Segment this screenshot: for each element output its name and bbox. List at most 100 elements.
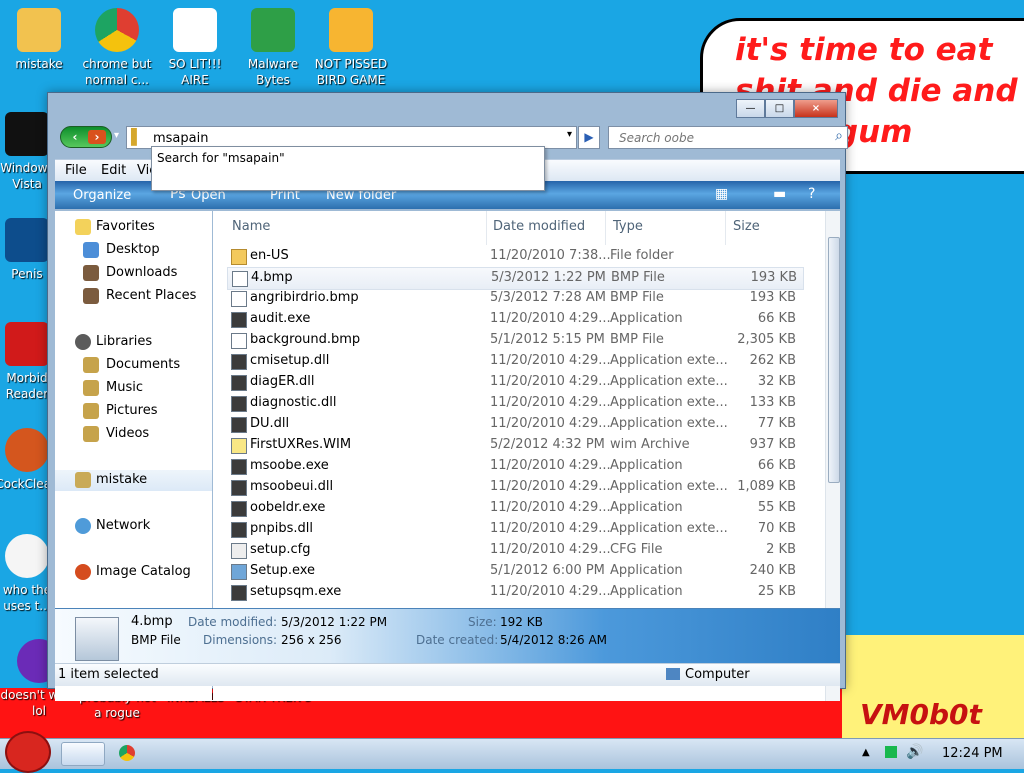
column-separator [486,211,487,245]
column-separator [725,211,726,245]
nav-mistake[interactable]: mistake [55,470,212,491]
address-input[interactable] [151,128,545,148]
close-button[interactable]: × [794,99,838,118]
recent-pages-dropdown[interactable]: ▾ [114,130,119,141]
file-row[interactable]: DU.dll 11/20/2010 4:29... Application exte… [227,414,802,435]
details-dimensions: 256 x 256 [281,633,342,647]
search-box[interactable]: ⌕ [608,126,848,149]
details-file-type: BMP File [131,633,181,647]
nav-network[interactable]: Network [55,516,212,537]
details-dimensions-label: Dimensions: [203,633,278,647]
file-row[interactable]: setup.cfg 11/20/2010 4:29... CFG File 2 KB [227,540,802,561]
clock[interactable]: 12:24 PM [942,746,1003,761]
taskbar-chrome-icon[interactable] [119,745,135,761]
file-row[interactable]: setupsqm.exe 11/20/2010 4:29... Applicatio… [227,582,802,603]
address-suggestion-dropdown[interactable]: Search for "msapain" [151,146,545,191]
network-tray-icon[interactable] [885,746,897,758]
column-size[interactable]: Size [733,219,760,234]
wallpaper-signature: VM0b0t [860,698,982,731]
dll-icon [231,417,247,433]
file-row[interactable]: oobeldr.exe 11/20/2010 4:29... Application… [227,498,802,519]
shield-icon [251,8,295,52]
application-icon [231,585,247,601]
archive-icon [231,438,247,454]
file-row[interactable]: diagnostic.dll 11/20/2010 4:29... Applicat… [227,393,802,414]
nav-music[interactable]: Music [55,378,212,399]
nav-recent-places[interactable]: Recent Places [55,286,212,307]
column-name[interactable]: Name [232,219,270,234]
start-button[interactable] [5,731,51,773]
flash-icon [5,534,49,578]
nav-videos[interactable]: Videos [55,424,212,445]
image-catalog-icon [75,564,91,580]
nav-desktop[interactable]: Desktop [55,240,212,261]
nav-pictures[interactable]: Pictures [55,401,212,422]
details-size: 192 KB [500,615,543,629]
desktop-icon-label: NOT PISSED BIRD GAME [314,57,388,87]
file-row-selected[interactable]: 4.bmp 5/3/2012 1:22 PM BMP File 193 KB [227,267,804,290]
file-row[interactable]: msoobeui.dll 11/20/2010 4:29... Applicatio… [227,477,802,498]
nav-downloads[interactable]: Downloads [55,263,212,284]
address-dropdown-icon[interactable]: ▾ [567,129,572,140]
file-row[interactable]: audit.exe 11/20/2010 4:29... Application 66… [227,309,802,330]
pig-icon [329,8,373,52]
go-button[interactable]: ▶ [578,126,600,149]
desktop-icon-mistake[interactable]: mistake [0,8,78,72]
selection-status: 1 item selected [58,667,159,682]
file-row[interactable]: en-US 11/20/2010 7:38... File folder [227,246,802,267]
maximize-button[interactable]: □ [765,99,794,118]
column-type[interactable]: Type [613,219,643,234]
menu-edit[interactable]: Edit [101,163,126,178]
dll-icon [231,354,247,370]
scrollbar-thumb[interactable] [828,237,840,483]
desktop-icon-notpissed[interactable]: NOT PISSED BIRD GAME [312,8,390,88]
desktop-icon-label: chrome but normal c... [82,57,152,87]
view-icon[interactable]: ▦ [715,186,728,202]
tray-up-arrow-icon[interactable]: ▲ [862,747,870,758]
trash-icon [5,112,49,156]
details-date-modified: 5/3/2012 1:22 PM [281,615,388,629]
file-row[interactable]: cmisetup.dll 11/20/2010 4:29... Applicatio… [227,351,802,372]
organize-button[interactable]: Organize [73,188,131,203]
file-row[interactable]: diagER.dll 11/20/2010 4:29... Application … [227,372,802,393]
dll-icon [231,480,247,496]
nav-image-catalog[interactable]: Image Catalog [55,562,212,583]
nav-libraries[interactable]: Libraries [55,332,212,353]
column-date-modified[interactable]: Date modified [493,219,585,234]
pdf-icon [5,322,49,366]
file-row[interactable]: msoobe.exe 11/20/2010 4:29... Application 6… [227,456,802,477]
file-row[interactable]: angribirdrio.bmp 5/3/2012 7:28 AM BMP File… [227,288,802,309]
desktop-icon-chrome[interactable]: chrome but normal c... [78,8,156,88]
desktop-icon-label: SO LIT!!! AIRE [168,57,222,87]
nav-favorites[interactable]: Favorites [55,217,212,238]
desktop-icon-solit[interactable]: SO LIT!!! AIRE [156,8,234,88]
application-icon [231,501,247,517]
search-suggestion[interactable]: Search for "msapain" [157,151,285,165]
taskbar-explorer-button[interactable] [61,742,105,766]
back-button[interactable]: ‹ [66,130,84,144]
minimize-button[interactable]: — [736,99,765,118]
details-date-modified-label: Date modified: [188,615,278,629]
forward-button[interactable]: › [88,130,106,144]
computer-icon [666,668,680,680]
desktop-icon-malware[interactable]: Malware Bytes [234,8,312,88]
menu-file[interactable]: File [65,163,87,178]
nav-documents[interactable]: Documents [55,355,212,376]
details-file-name: 4.bmp [131,614,173,629]
file-row[interactable]: pnpibs.dll 11/20/2010 4:29... Application … [227,519,802,540]
recent-places-icon [83,288,99,304]
file-row[interactable]: background.bmp 5/1/2012 5:15 PM BMP File 2,… [227,330,802,351]
file-row[interactable]: Setup.exe 5/1/2012 6:00 PM Application 240 … [227,561,802,582]
file-row[interactable]: FirstUXRes.WIM 5/2/2012 4:32 PM wim Archiv… [227,435,802,456]
star-icon [75,219,91,235]
help-icon[interactable]: ? [808,186,815,202]
network-icon [75,518,91,534]
details-date-created-label: Date created: [416,633,499,647]
search-input[interactable] [617,128,826,148]
volume-tray-icon[interactable]: 🔊 [906,744,923,760]
search-icon[interactable]: ⌕ [835,128,843,144]
title-buttons: — □ × [736,99,838,118]
navigation-buttons: ‹ › [60,126,112,148]
details-size-label: Size: [468,615,497,629]
preview-pane-icon[interactable]: ▬ [773,186,786,202]
